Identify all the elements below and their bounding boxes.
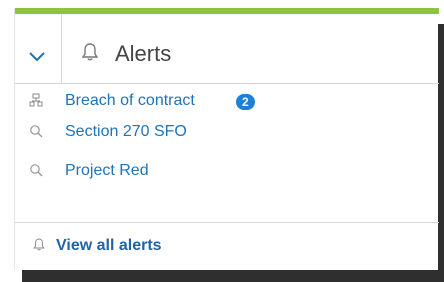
bell-icon — [81, 43, 99, 61]
alert-item-project-red[interactable]: Project Red — [15, 158, 439, 184]
alert-item-label: Breach of contract — [65, 92, 195, 109]
alert-item-label: Project Red — [65, 162, 149, 179]
alerts-title: Alerts — [115, 41, 172, 66]
chevron-down-icon — [29, 52, 45, 62]
alerts-panel: Alerts Breach of contract 2 Section 270 … — [14, 8, 439, 270]
alert-item-breach-of-contract[interactable]: Breach of contract 2 — [15, 88, 439, 114]
search-icon — [30, 125, 43, 138]
panel-shadow-bottom — [22, 270, 444, 282]
view-all-alerts-link[interactable]: View all alerts — [15, 234, 215, 258]
footer-divider — [15, 222, 439, 223]
hierarchy-icon — [29, 93, 43, 107]
view-all-alerts-label: View all alerts — [56, 237, 162, 254]
bell-icon — [33, 238, 45, 251]
alerts-header: Alerts — [15, 14, 439, 84]
alert-item-section-270-sfo[interactable]: Section 270 SFO — [15, 119, 439, 145]
collapse-toggle-button[interactable] — [15, 14, 62, 83]
search-icon — [30, 164, 43, 177]
alert-count-badge: 2 — [236, 94, 255, 110]
alert-item-label: Section 270 SFO — [65, 123, 187, 140]
